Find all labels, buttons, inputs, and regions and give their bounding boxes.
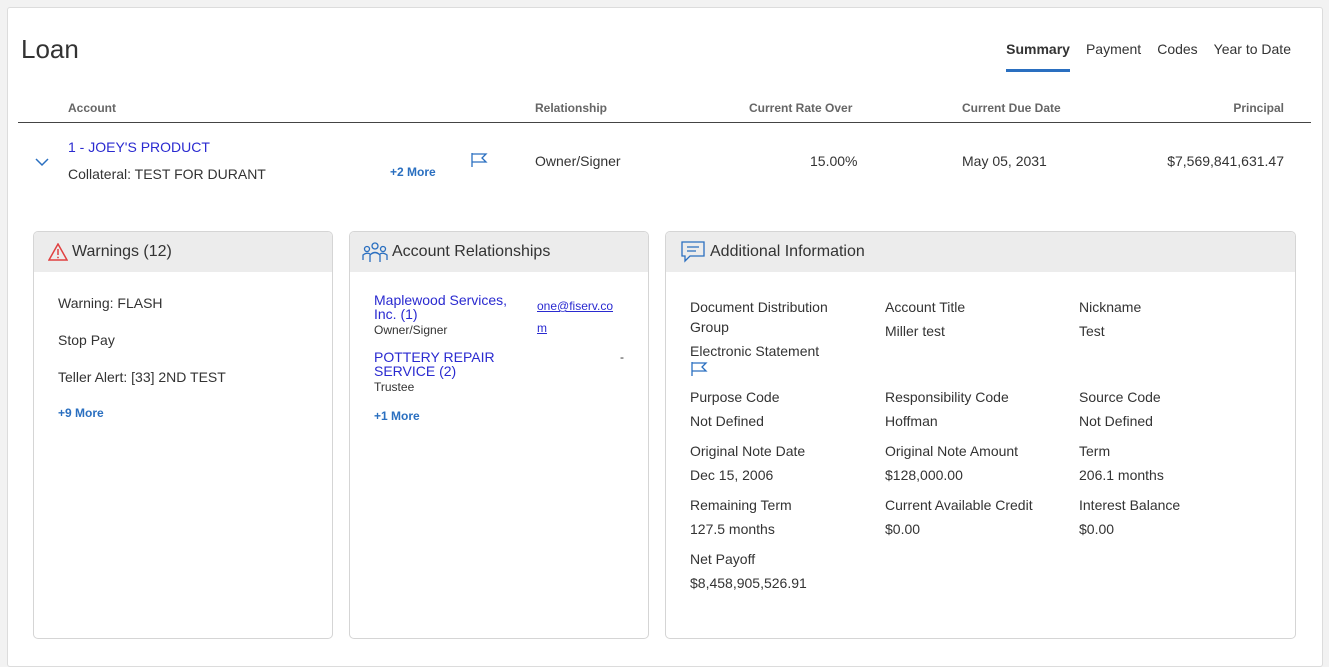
nickname-label: Nickname (1079, 299, 1142, 315)
relationship-email-link[interactable]: one@fiserv.com (537, 295, 622, 339)
responsibility-code-value: Hoffman (885, 413, 938, 429)
header-divider (18, 122, 1311, 123)
warnings-card: Warnings (12) Warning: FLASH Stop Pay Te… (33, 231, 333, 639)
account-title-value: Miller test (885, 323, 945, 339)
relationship-name-link[interactable]: POTTERY REPAIR SERVICE (2) (374, 350, 519, 378)
warning-item: Teller Alert: [33] 2ND TEST (58, 369, 226, 385)
remaining-term-label: Remaining Term (690, 497, 792, 513)
additional-info-title: Additional Information (710, 243, 865, 260)
relationship-email-empty: - (620, 350, 624, 364)
account-title-label: Account Title (885, 299, 966, 315)
collateral-text: Collateral: TEST FOR DURANT (68, 166, 266, 182)
tab-codes[interactable]: Codes (1157, 41, 1197, 72)
warning-icon (48, 243, 68, 261)
header-principal: Principal (1233, 101, 1284, 115)
header-account: Account (68, 101, 116, 115)
interest-balance-value: $0.00 (1079, 521, 1115, 537)
net-payoff-label: Net Payoff (690, 551, 756, 567)
available-credit-value: $0.00 (885, 521, 921, 537)
relationship-role: Trustee (374, 380, 415, 394)
warning-item: Warning: FLASH (58, 295, 163, 311)
tab-bar: Summary Payment Codes Year to Date (990, 41, 1291, 72)
available-credit-label: Current Available Credit (885, 497, 1033, 513)
row-relationship: Owner/Signer (535, 153, 621, 169)
page-title: Loan (21, 34, 79, 64)
net-payoff-value: $8,458,905,526.91 (690, 575, 807, 591)
doc-distribution-label: Document Distribution Group (690, 299, 828, 335)
relationship-role: Owner/Signer (374, 323, 448, 337)
original-note-amount-value: $128,000.00 (885, 467, 963, 483)
tab-payment[interactable]: Payment (1086, 41, 1141, 72)
chat-icon (681, 241, 705, 263)
original-note-date-value: Dec 15, 2006 (690, 467, 774, 483)
additional-info-card: Additional Information Document Distribu… (665, 231, 1296, 639)
header-due-date: Current Due Date (962, 101, 1061, 115)
header-rate: Current Rate Over (749, 101, 853, 115)
relationships-header: Account Relationships (350, 232, 648, 272)
chevron-down-icon[interactable] (35, 154, 49, 172)
interest-balance-label: Interest Balance (1079, 497, 1181, 513)
term-value: 206.1 months (1079, 467, 1164, 483)
relationships-card: Account Relationships Maplewood Services… (349, 231, 649, 639)
row-due-date: May 05, 2031 (962, 153, 1047, 169)
term-label: Term (1079, 443, 1111, 459)
nickname-value: Test (1079, 323, 1105, 339)
warnings-title: Warnings (12) (72, 243, 172, 260)
warnings-header: Warnings (12) (34, 232, 332, 272)
source-code-label: Source Code (1079, 389, 1161, 405)
remaining-term-value: 127.5 months (690, 521, 775, 537)
purpose-code-label: Purpose Code (690, 389, 780, 405)
relationships-title: Account Relationships (392, 243, 551, 260)
tab-year-to-date[interactable]: Year to Date (1214, 41, 1291, 72)
tab-summary[interactable]: Summary (1006, 41, 1070, 72)
warning-item: Stop Pay (58, 332, 115, 348)
row-principal: $7,569,841,631.47 (1167, 153, 1284, 169)
flag-icon[interactable] (470, 152, 488, 173)
header-relationship: Relationship (535, 101, 608, 115)
estatement-label: Electronic Statement (690, 343, 820, 359)
loan-panel: Loan Summary Payment Codes Year to Date … (7, 7, 1323, 667)
row-rate: 15.00% (810, 153, 858, 169)
source-code-value: Not Defined (1079, 413, 1153, 429)
relationship-name-link[interactable]: Maplewood Services, Inc. (1) (374, 293, 519, 321)
purpose-code-value: Not Defined (690, 413, 764, 429)
flag-icon[interactable] (690, 361, 708, 382)
relationships-more-link[interactable]: +1 More (374, 409, 420, 423)
responsibility-code-label: Responsibility Code (885, 389, 1009, 405)
account-link[interactable]: 1 - JOEY'S PRODUCT (68, 139, 210, 155)
warnings-more-link[interactable]: +9 More (58, 406, 104, 420)
original-note-amount-label: Original Note Amount (885, 443, 1019, 459)
people-icon (362, 242, 388, 262)
account-more-link[interactable]: +2 More (390, 165, 436, 179)
original-note-date-label: Original Note Date (690, 443, 806, 459)
additional-info-header: Additional Information (666, 232, 1295, 272)
